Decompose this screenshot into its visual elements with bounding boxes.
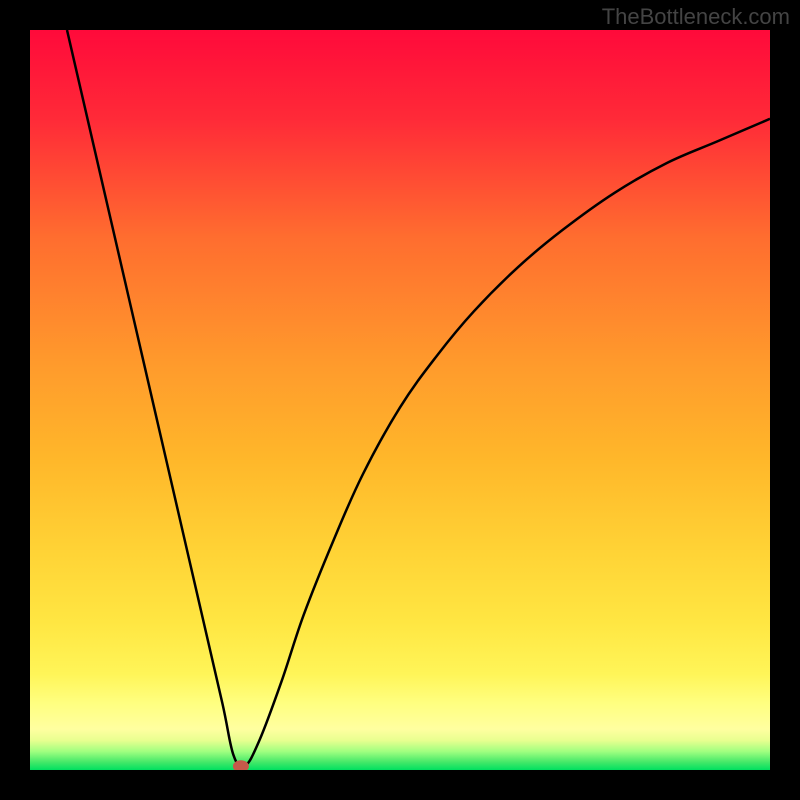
- bottleneck-curve-svg: [30, 30, 770, 770]
- watermark-text: TheBottleneck.com: [602, 4, 790, 30]
- plot-area: [30, 30, 770, 770]
- bottleneck-curve: [67, 30, 770, 767]
